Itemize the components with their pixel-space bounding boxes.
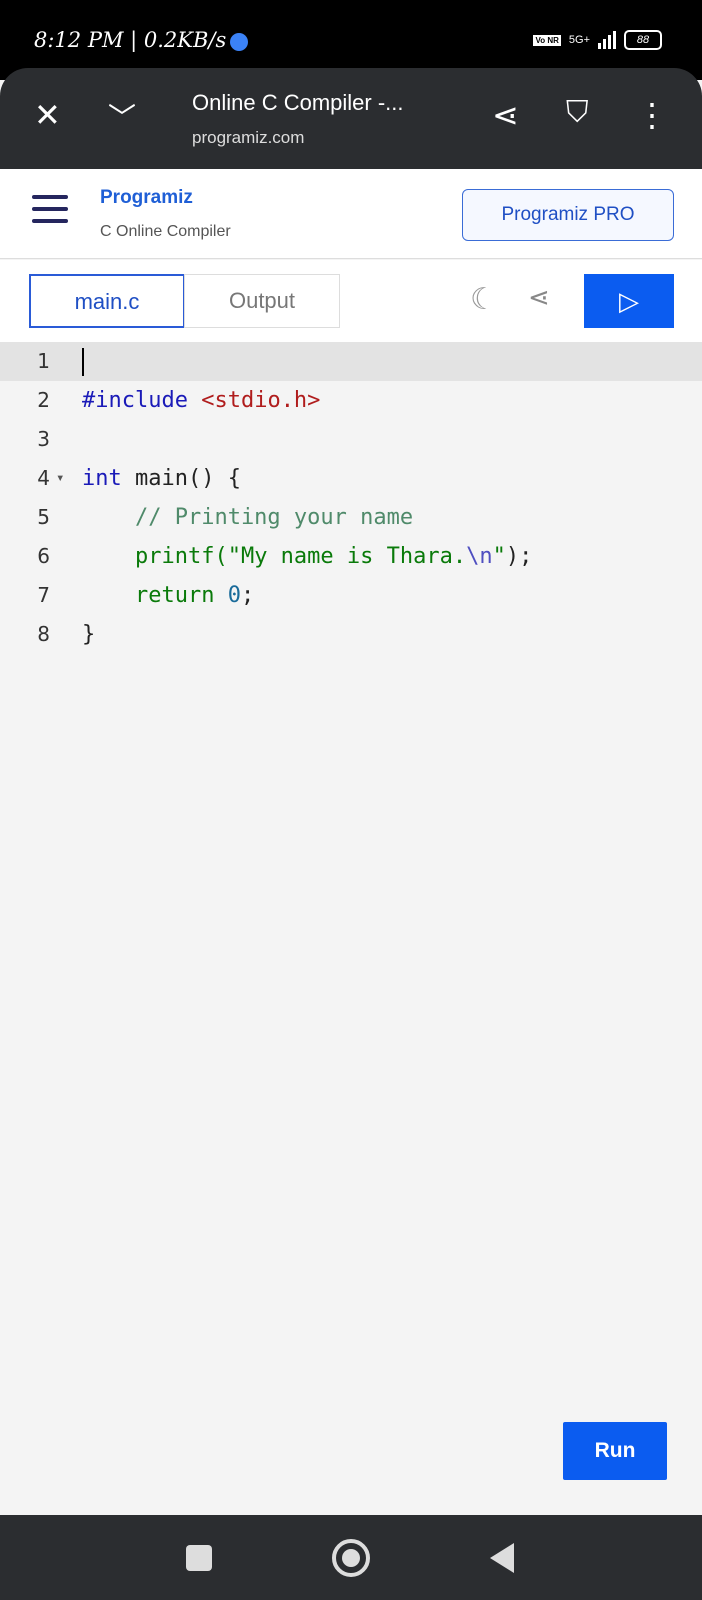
line-number: 1 <box>37 349 50 373</box>
notification-icon <box>230 32 249 51</box>
code-text: } <box>82 615 95 654</box>
menu-icon[interactable] <box>32 195 68 231</box>
code-text: printf("My name is Thara.\n"); <box>82 537 532 576</box>
volte-icon: Vo NR <box>533 34 561 46</box>
share-icon[interactable]: ⋖ <box>492 96 519 134</box>
dark-mode-icon[interactable]: ☾ <box>470 282 497 317</box>
signal-icon <box>598 31 616 49</box>
page-url[interactable]: programiz.com <box>192 128 304 148</box>
line-number: 4 <box>37 466 50 490</box>
system-nav-bar <box>0 1515 702 1600</box>
code-line[interactable]: 2 #include <stdio.h> <box>0 381 702 420</box>
network-label: 5G+ <box>568 34 590 46</box>
code-token: ; <box>240 583 255 608</box>
line-number: 3 <box>37 427 50 451</box>
line-number: 7 <box>37 583 50 607</box>
code-token: } <box>82 622 96 647</box>
code-line[interactable]: 4 ▾ int main() { <box>0 459 702 498</box>
code-line[interactable]: 5 // Printing your name <box>0 498 702 537</box>
code-text: int main() { <box>82 459 241 498</box>
code-text: return 0; <box>82 576 254 615</box>
page-title: Online C Compiler -... <box>192 90 404 115</box>
code-line[interactable]: 6 printf("My name is Thara.\n"); <box>0 537 702 576</box>
battery-icon: 88 <box>624 30 662 50</box>
code-line[interactable]: 3 <box>0 420 702 459</box>
code-text: #include <stdio.h> <box>82 381 320 420</box>
share-code-icon[interactable]: ⋖ <box>528 282 550 313</box>
programiz-pro-button[interactable]: Programiz PRO <box>462 189 674 241</box>
code-line[interactable]: 1 <box>0 342 702 381</box>
code-token: // Printing your name <box>82 505 414 530</box>
browser-toolbar: ✕ ﹀ Online C Compiler -... programiz.com… <box>0 68 702 169</box>
editor-toolbar: main.c Output ☾ ⋖ ▷ <box>0 260 702 342</box>
back-icon[interactable] <box>490 1543 514 1573</box>
code-token: " <box>492 544 506 569</box>
bookmark-icon[interactable]: ⛉ <box>566 96 589 130</box>
code-token: "My name is Thara. <box>227 544 467 569</box>
chevron-down-icon[interactable]: ﹀ <box>108 96 136 136</box>
close-icon[interactable]: ✕ <box>34 96 61 134</box>
code-token: 0 <box>227 583 241 608</box>
code-token: #include <box>82 388 202 413</box>
code-editor[interactable]: 1 2 #include <stdio.h> 3 4 ▾ int main() {5 // … <box>0 342 702 654</box>
code-token: ); <box>505 544 533 569</box>
tab-output[interactable]: Output <box>184 274 340 328</box>
line-number: 6 <box>37 544 50 568</box>
code-text <box>82 342 84 381</box>
home-icon[interactable] <box>332 1539 370 1577</box>
text-cursor <box>82 348 84 376</box>
code-text: // Printing your name <box>82 498 413 537</box>
code-line[interactable]: 7 return 0; <box>0 576 702 615</box>
code-token: return <box>82 583 228 608</box>
site-subtitle: C Online Compiler <box>100 223 231 240</box>
code-token: printf( <box>82 544 228 569</box>
code-token: main() { <box>121 466 241 491</box>
line-number: 5 <box>37 505 50 529</box>
site-header: Programiz C Online Compiler Programiz PR… <box>0 169 702 259</box>
fold-icon[interactable]: ▾ <box>56 459 64 498</box>
recents-icon[interactable] <box>186 1545 212 1571</box>
logo[interactable]: Programiz <box>100 187 193 209</box>
code-token: int <box>82 466 122 491</box>
code-token: <stdio.h> <box>201 388 321 413</box>
run-button[interactable]: Run <box>563 1422 667 1480</box>
code-line[interactable]: 8} <box>0 615 702 654</box>
more-icon[interactable]: ⋮ <box>636 96 668 134</box>
status-time: 8:12 PM | 0.2KB/s <box>34 28 249 52</box>
line-number: 2 <box>37 388 50 412</box>
tab-main-c[interactable]: main.c <box>29 274 185 328</box>
code-token: \n <box>466 544 493 569</box>
run-icon-button[interactable]: ▷ <box>584 274 674 328</box>
line-number: 8 <box>37 622 50 646</box>
